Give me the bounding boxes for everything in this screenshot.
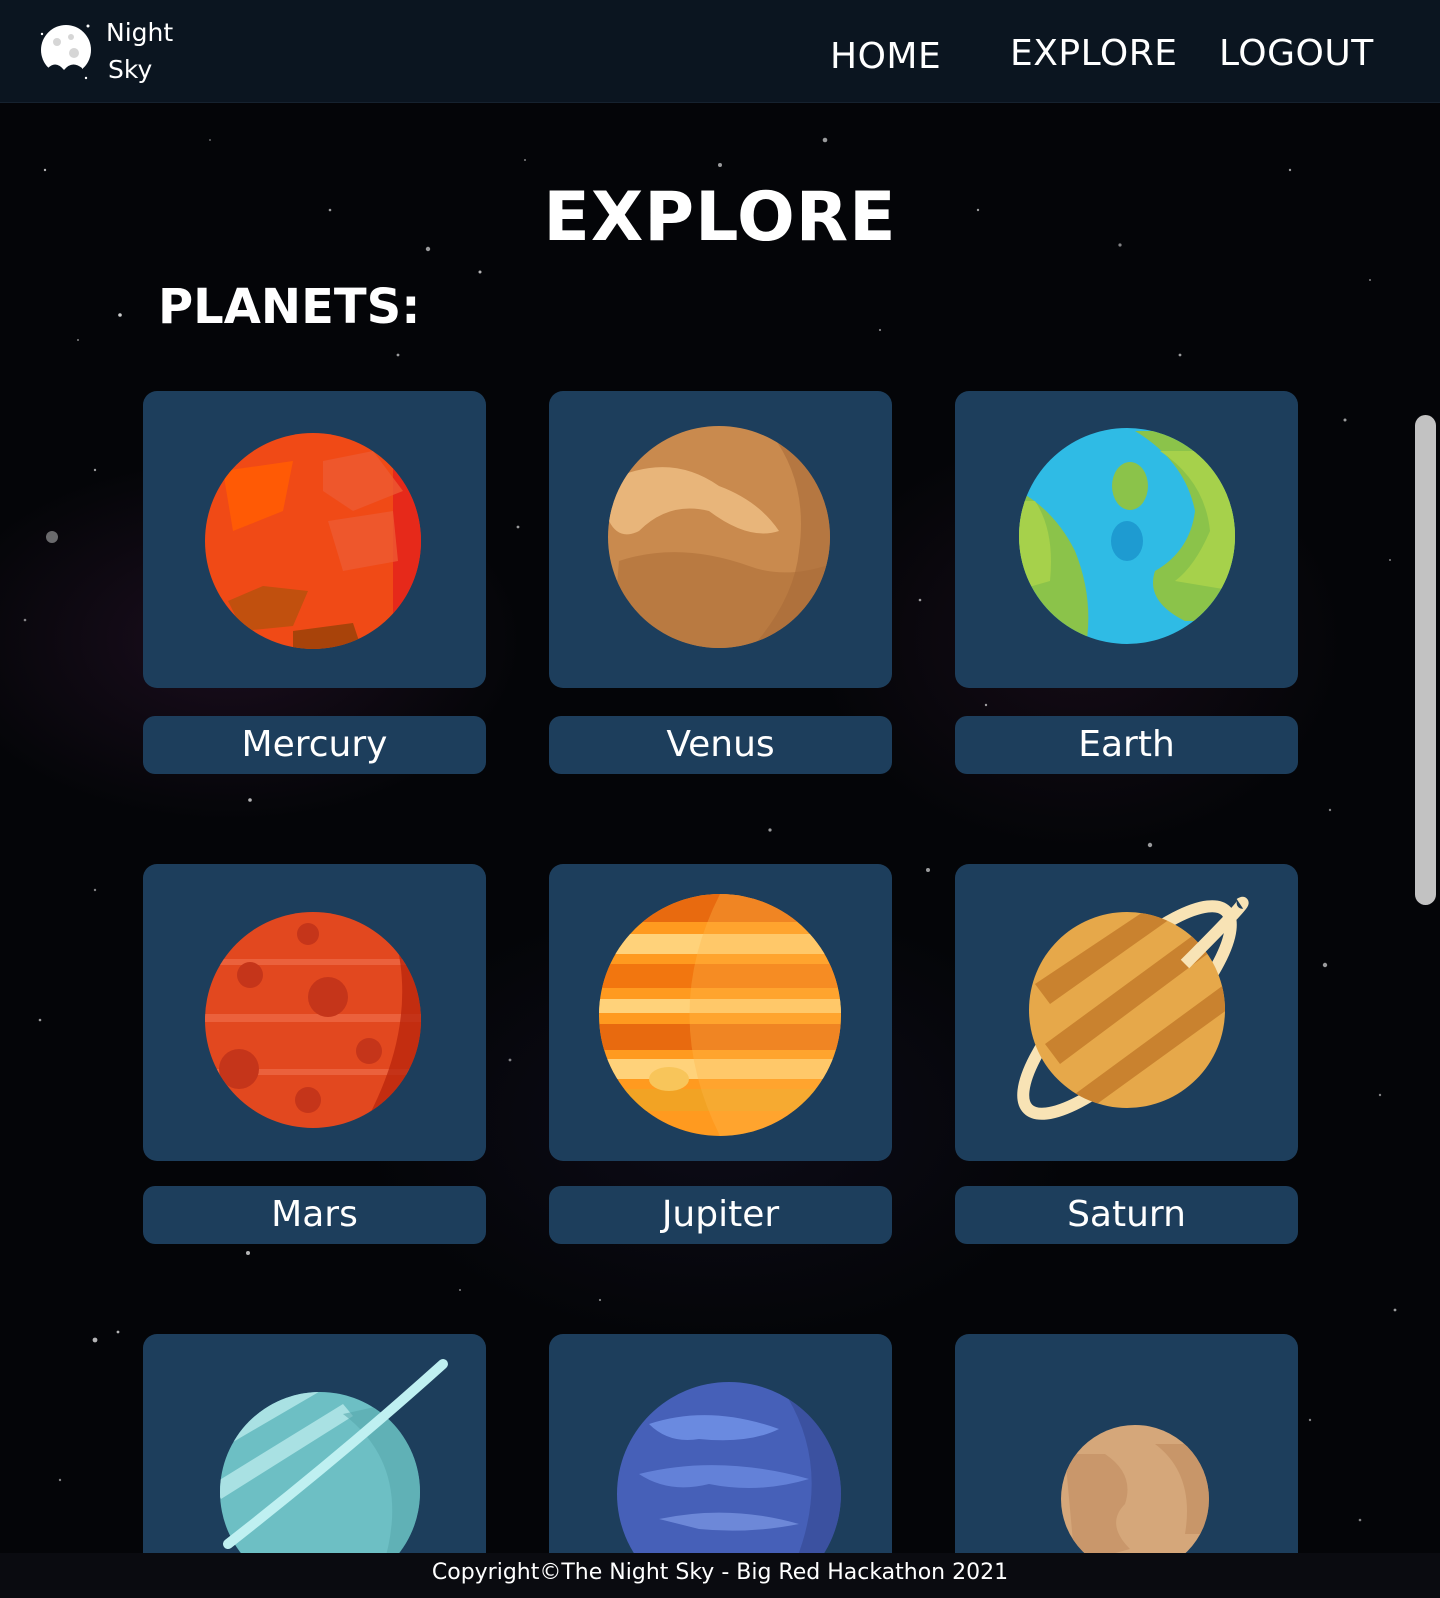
brand-name-line1[interactable]: Night — [106, 18, 173, 48]
page-title: EXPLORE — [543, 178, 897, 257]
top-navbar: Night Sky HOME EXPLORE LOGOUT — [0, 0, 1440, 103]
venus-planet-icon — [608, 426, 830, 648]
mercury-planet-icon — [205, 433, 421, 649]
brand-name-line2[interactable]: Sky — [108, 55, 152, 85]
planet-card-mars[interactable] — [143, 864, 486, 1161]
planet-card-mercury[interactable] — [143, 391, 486, 688]
planet-card-earth[interactable] — [955, 391, 1298, 688]
nav-logout-link[interactable]: LOGOUT — [1219, 32, 1374, 76]
scrollbar-thumb[interactable] — [1415, 415, 1436, 905]
mars-planet-icon — [205, 912, 421, 1128]
planet-card-saturn[interactable] — [955, 864, 1298, 1161]
planet-card-jupiter[interactable] — [549, 864, 892, 1161]
footer-copyright: Copyright©The Night Sky - Big Red Hackat… — [431, 1560, 1009, 1585]
nav-explore-link[interactable]: EXPLORE — [1010, 32, 1178, 76]
section-title: PLANETS: — [158, 279, 421, 335]
planet-label-earth[interactable]: Earth — [955, 716, 1298, 774]
footer: Copyright©The Night Sky - Big Red Hackat… — [0, 1553, 1440, 1598]
saturn-planet-icon — [1017, 896, 1249, 1120]
planet-card-venus[interactable] — [549, 391, 892, 688]
jupiter-planet-icon — [599, 894, 841, 1136]
planet-label-mars[interactable]: Mars — [143, 1186, 486, 1244]
planet-label-saturn[interactable]: Saturn — [955, 1186, 1298, 1244]
planet-label-venus[interactable]: Venus — [549, 716, 892, 774]
moon-logo-icon[interactable] — [38, 20, 96, 82]
planet-label-jupiter[interactable]: Jupiter — [549, 1186, 892, 1244]
nav-home-link[interactable]: HOME — [830, 35, 941, 79]
planet-label-mercury[interactable]: Mercury — [143, 716, 486, 774]
earth-planet-icon — [1019, 428, 1235, 644]
